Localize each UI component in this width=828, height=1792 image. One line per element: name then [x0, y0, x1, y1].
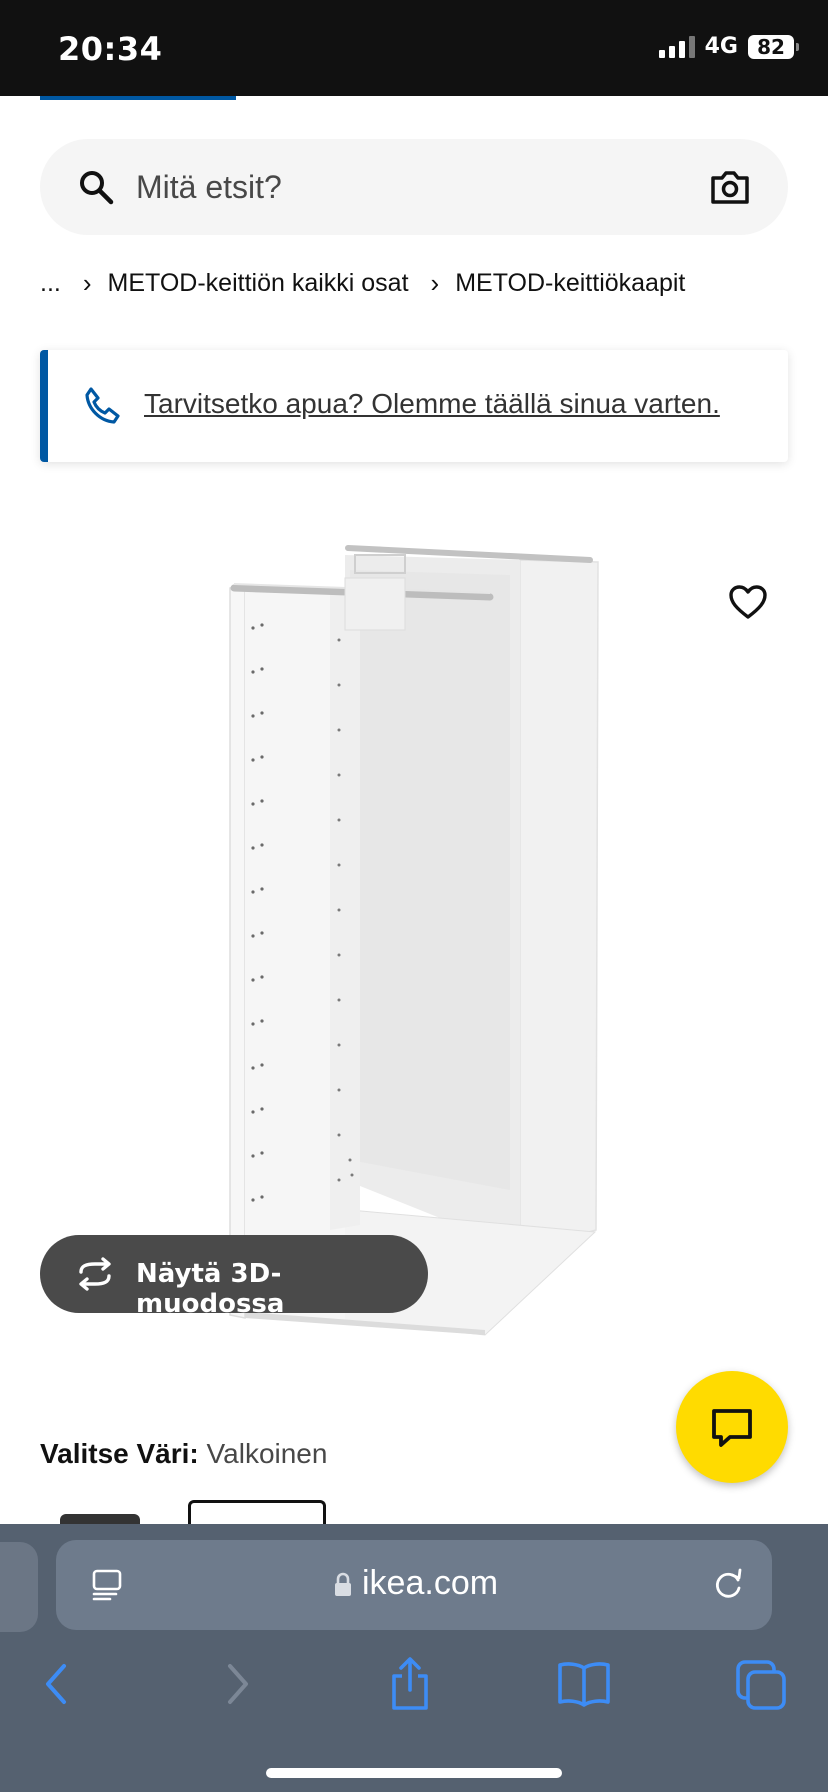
- chat-icon: [712, 1409, 752, 1447]
- browser-bottom-bar: ikea.com: [0, 1524, 828, 1792]
- back-icon[interactable]: [28, 1654, 88, 1714]
- share-icon[interactable]: [380, 1654, 440, 1714]
- chat-button[interactable]: [676, 1371, 788, 1483]
- reader-icon[interactable]: [90, 1568, 124, 1602]
- reload-icon[interactable]: [710, 1566, 746, 1602]
- color-value: Valkoinen: [206, 1438, 328, 1469]
- previous-tab-peek[interactable]: [0, 1542, 38, 1632]
- lock-icon: [335, 1572, 351, 1596]
- battery-level: 82: [757, 34, 785, 59]
- color-swatch-dark[interactable]: [60, 1514, 140, 1524]
- breadcrumb-separator: ›: [82, 268, 92, 298]
- url-text[interactable]: ikea.com: [362, 1564, 498, 1603]
- status-time: 20:34: [58, 30, 163, 68]
- forward-icon[interactable]: [206, 1654, 266, 1714]
- view-3d-label: Näytä 3D-muodossa: [136, 1259, 285, 1319]
- breadcrumb-item-metod-parts[interactable]: METOD-keittiön kaikki osat: [108, 269, 409, 298]
- address-bar[interactable]: ikea.com: [56, 1540, 772, 1630]
- bookmarks-icon[interactable]: [554, 1654, 614, 1714]
- signal-icon: [658, 35, 695, 58]
- status-indicators: 4G 82: [658, 34, 799, 59]
- tabs-icon[interactable]: [730, 1654, 790, 1714]
- help-banner[interactable]: Tarvitsetko apua? Olemme täällä sinua va…: [40, 350, 788, 462]
- breadcrumb-ellipsis[interactable]: ...: [40, 269, 61, 298]
- status-bar: 20:34 4G 82: [0, 0, 828, 96]
- color-selector: Valitse Väri: Valkoinen: [40, 1438, 327, 1470]
- heart-icon[interactable]: [728, 584, 768, 620]
- breadcrumb: ... › METOD-keittiön kaikki osat › METOD…: [40, 268, 685, 299]
- camera-icon[interactable]: [710, 169, 750, 205]
- battery-icon: 82: [748, 34, 799, 59]
- breadcrumb-separator: ›: [430, 268, 440, 298]
- breadcrumb-item-metod-cabinets[interactable]: METOD-keittiökaapit: [455, 269, 685, 298]
- color-label: Valitse Väri:: [40, 1438, 199, 1469]
- search-input[interactable]: Mitä etsit?: [136, 169, 282, 206]
- search-bar[interactable]: Mitä etsit?: [40, 139, 788, 235]
- help-link[interactable]: Tarvitsetko apua? Olemme täällä sinua va…: [144, 388, 720, 420]
- view-3d-button[interactable]: Näytä 3D-muodossa: [40, 1235, 428, 1319]
- search-icon: [80, 171, 114, 205]
- browser-toolbar: [0, 1654, 828, 1734]
- nav-active-indicator: [40, 96, 236, 100]
- phone-icon: [85, 387, 120, 424]
- rotate-3d-icon: [79, 1257, 111, 1291]
- network-type: 4G: [704, 34, 738, 59]
- home-indicator: [266, 1768, 562, 1778]
- product-image[interactable]: [0, 520, 828, 1360]
